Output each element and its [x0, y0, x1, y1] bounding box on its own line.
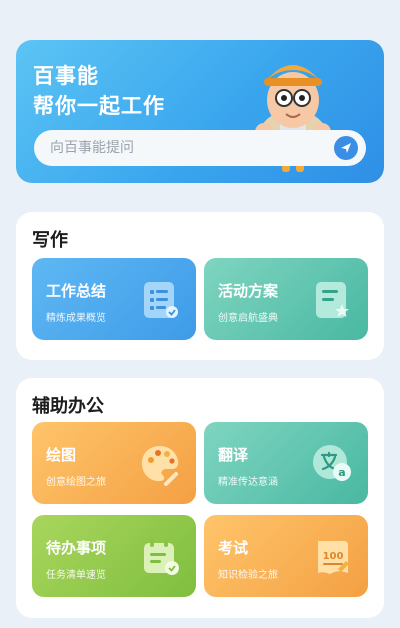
hero-banner: 百事能 帮你一起工作	[16, 40, 384, 183]
ask-input-box[interactable]	[34, 130, 366, 166]
exam-paper-icon: 100	[318, 541, 349, 574]
palette-icon	[141, 446, 179, 486]
svg-text:a: a	[338, 466, 345, 479]
card-title: 工作总结	[46, 282, 107, 300]
card-event-plan[interactable]: 活动方案 创意启航盛典	[204, 258, 368, 340]
send-button[interactable]	[334, 136, 358, 160]
translate-icon: a	[313, 445, 351, 481]
todo-icon	[144, 539, 179, 575]
ask-input[interactable]	[50, 140, 320, 156]
card-translate[interactable]: 翻译 精准传达意涵 a	[204, 422, 368, 504]
card-subtitle: 精炼成果概览	[46, 313, 106, 324]
document-list-icon	[144, 282, 178, 318]
card-title: 绘图	[46, 446, 77, 464]
section-title: 写作	[32, 230, 68, 251]
card-subtitle: 精准传达意涵	[218, 477, 278, 488]
card-title: 活动方案	[218, 282, 279, 300]
card-subtitle: 创意绘图之旅	[46, 477, 106, 488]
card-work-summary[interactable]: 工作总结 精炼成果概览	[32, 258, 196, 340]
card-subtitle: 创意启航盛典	[218, 313, 278, 324]
document-star-icon	[316, 282, 349, 318]
card-subtitle: 任务清单速览	[46, 570, 106, 581]
hero-subtitle: 帮你一起工作	[33, 94, 165, 118]
card-todo[interactable]: 待办事项 任务清单速览	[32, 515, 196, 597]
writing-section: 写作 工作总结 精炼成果概览 活动方案 创意启航盛典	[16, 212, 384, 360]
card-exam[interactable]: 考试 知识检验之旅 100	[204, 515, 368, 597]
send-icon	[341, 143, 351, 153]
hero-title: 百事能	[33, 64, 99, 88]
card-drawing[interactable]: 绘图 创意绘图之旅	[32, 422, 196, 504]
card-title: 翻译	[218, 446, 249, 464]
card-subtitle: 知识检验之旅	[218, 570, 278, 581]
section-title: 辅助办公	[32, 396, 104, 417]
card-title: 待办事项	[46, 539, 107, 557]
svg-text:100: 100	[323, 551, 344, 562]
card-title: 考试	[218, 539, 249, 557]
office-assist-section: 辅助办公 绘图 创意绘图之旅 翻译 精准传达意涵 a 待办事项 任务清单速览 考…	[16, 378, 384, 618]
